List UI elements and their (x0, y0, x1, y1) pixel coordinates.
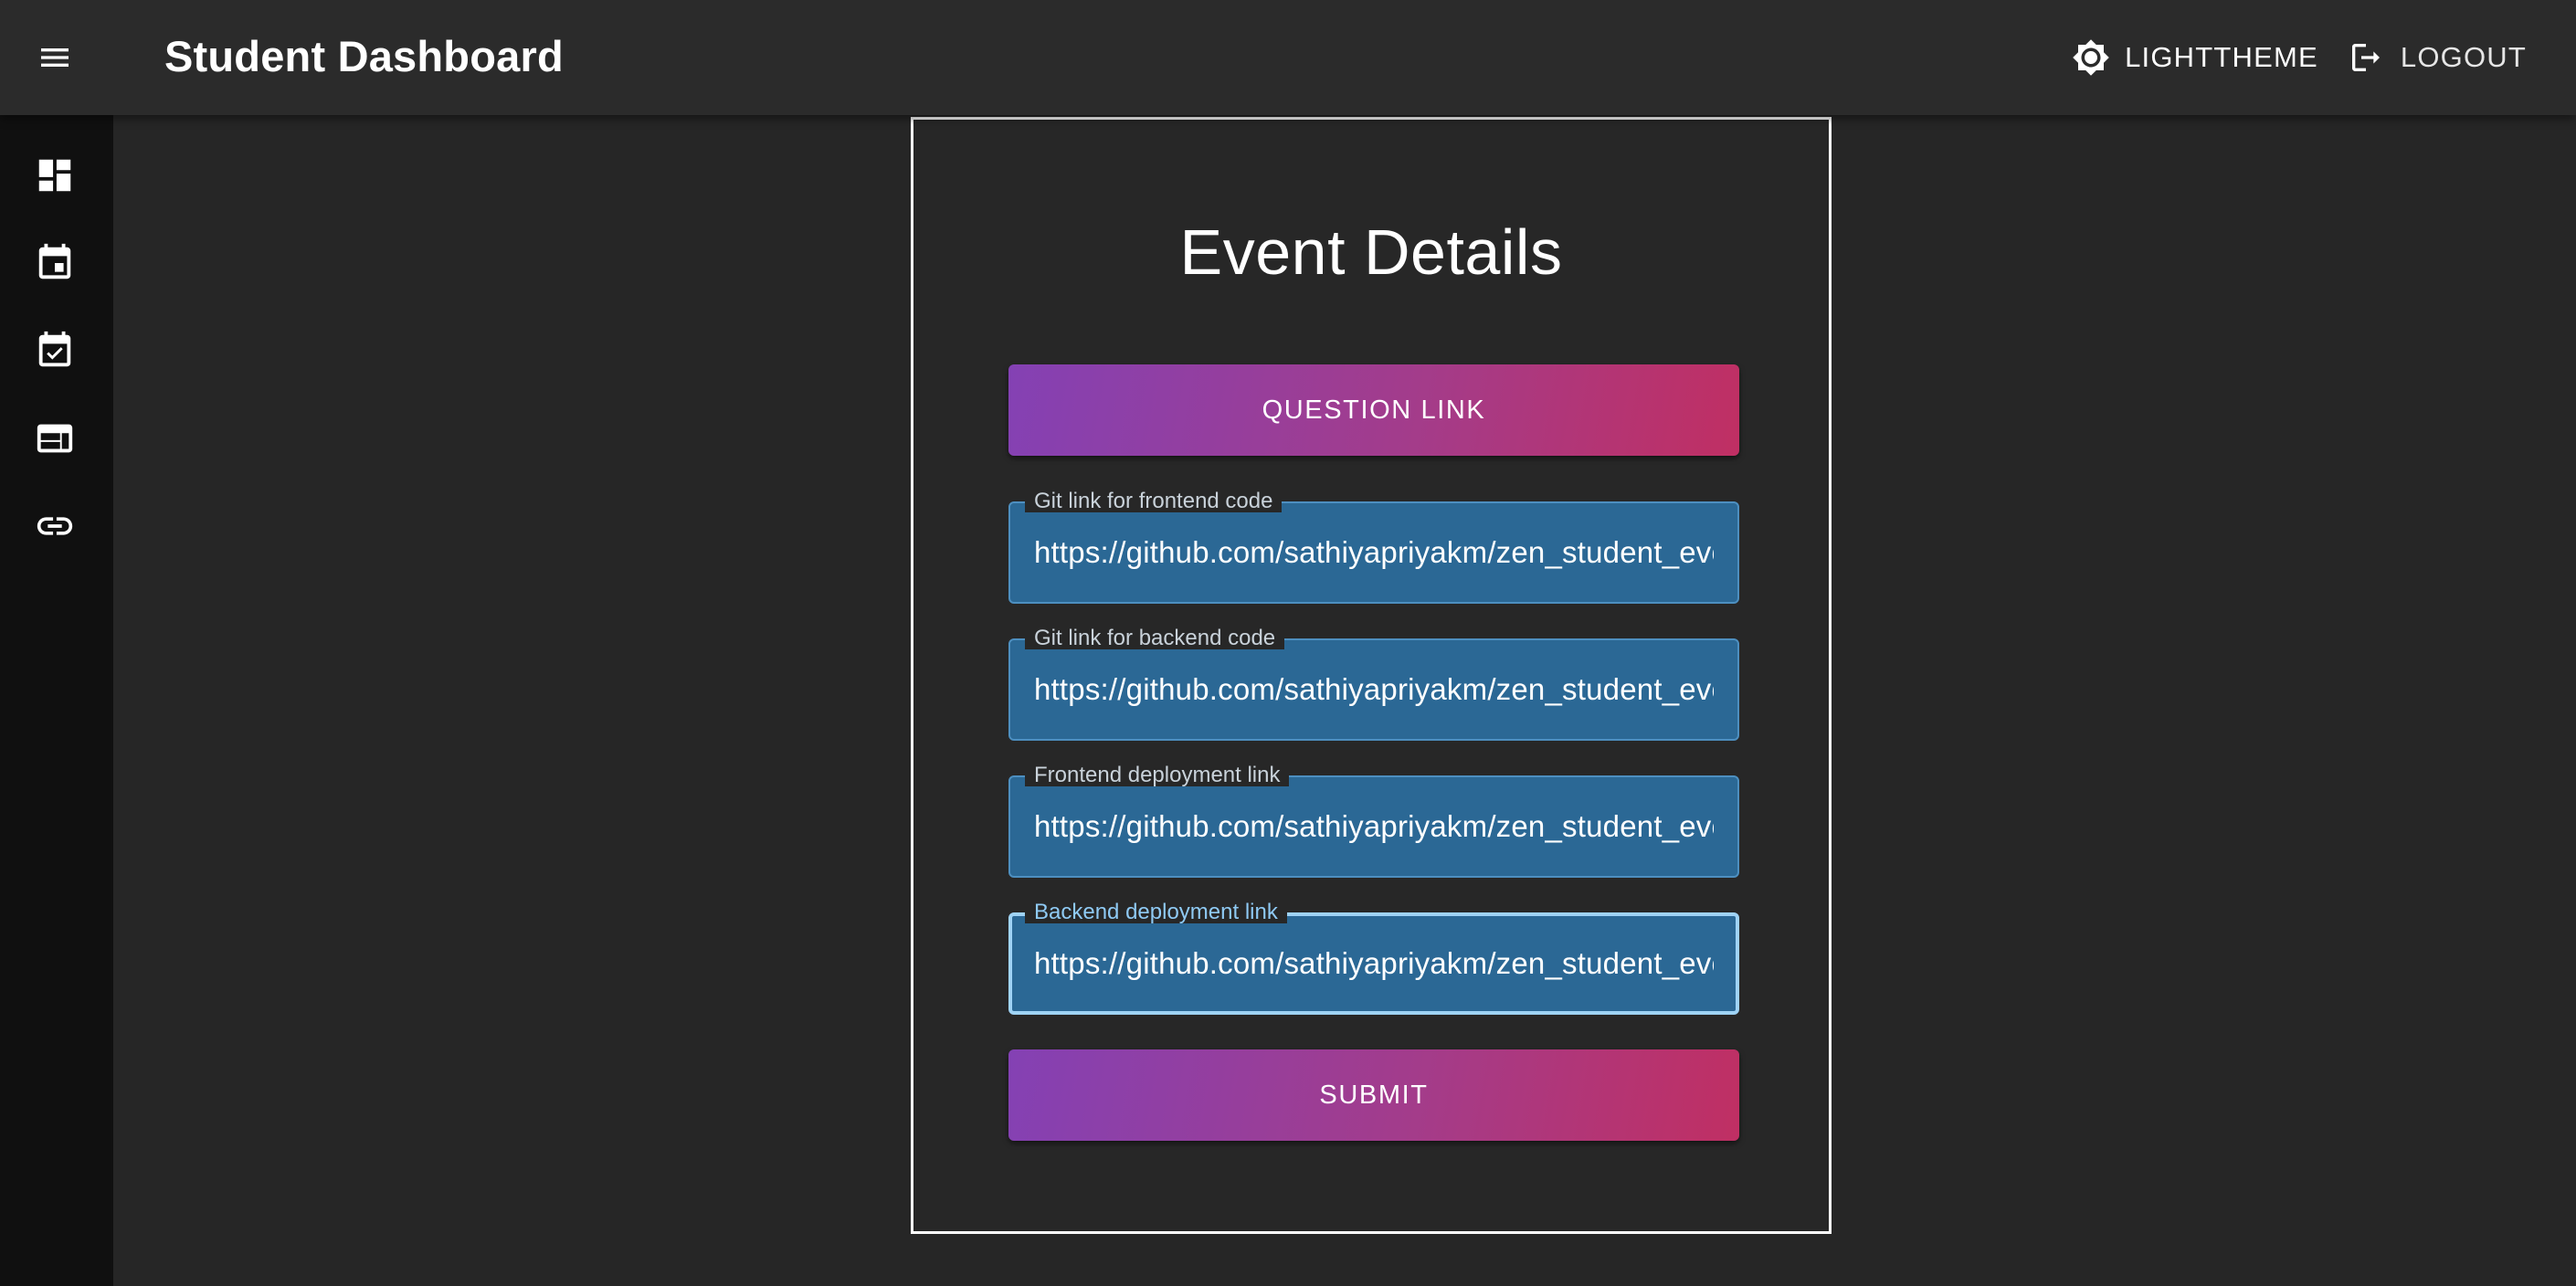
question-link-button[interactable]: QUESTION LINK (1008, 364, 1739, 456)
sidebar-item-web[interactable] (18, 402, 91, 475)
backend-deployment-link-input[interactable] (1010, 914, 1737, 1013)
app-title: Student Dashboard (164, 32, 564, 80)
calendar-check-icon (38, 331, 71, 367)
appbar-actions: LIGHTTHEME LOGOUT (2064, 30, 2534, 85)
sidebar-item-links[interactable] (18, 490, 91, 563)
backend-git-link-field: Git link for backend code (1008, 627, 1739, 741)
menu-icon (41, 48, 69, 67)
sidebar-item-dashboard[interactable] (18, 139, 91, 212)
frontend-deployment-link-input[interactable] (1010, 777, 1737, 876)
page-title: Event Details (1179, 216, 1563, 288)
logout-label: LOGOUT (2400, 41, 2527, 73)
web-icon (37, 424, 73, 453)
sidebar (0, 115, 113, 1286)
backend-deployment-link-field: Backend deployment link (1008, 901, 1739, 1015)
calendar-event-icon (38, 243, 71, 279)
app-bar: Student Dashboard LIGHTTHEME LOGOUT (0, 0, 2576, 115)
sidebar-item-tasks[interactable] (18, 314, 91, 387)
frontend-git-link-field: Git link for frontend code (1008, 490, 1739, 604)
menu-button[interactable] (27, 30, 82, 85)
frontend-deployment-link-field: Frontend deployment link (1008, 764, 1739, 878)
submit-button[interactable]: SUBMIT (1008, 1049, 1739, 1141)
backend-git-link-input[interactable] (1010, 640, 1737, 739)
light-theme-label: LIGHTTHEME (2125, 41, 2318, 73)
event-details-card: Event Details QUESTION LINK Git link for… (911, 117, 1832, 1234)
logout-icon (2351, 44, 2380, 71)
dashboard-icon (38, 159, 71, 192)
light-theme-button[interactable]: LIGHTTHEME (2064, 30, 2326, 85)
link-icon (37, 517, 73, 535)
sidebar-item-events[interactable] (18, 227, 91, 300)
logout-button[interactable]: LOGOUT (2340, 30, 2534, 85)
frontend-git-link-input[interactable] (1010, 503, 1737, 602)
brightness-icon (2073, 39, 2109, 76)
